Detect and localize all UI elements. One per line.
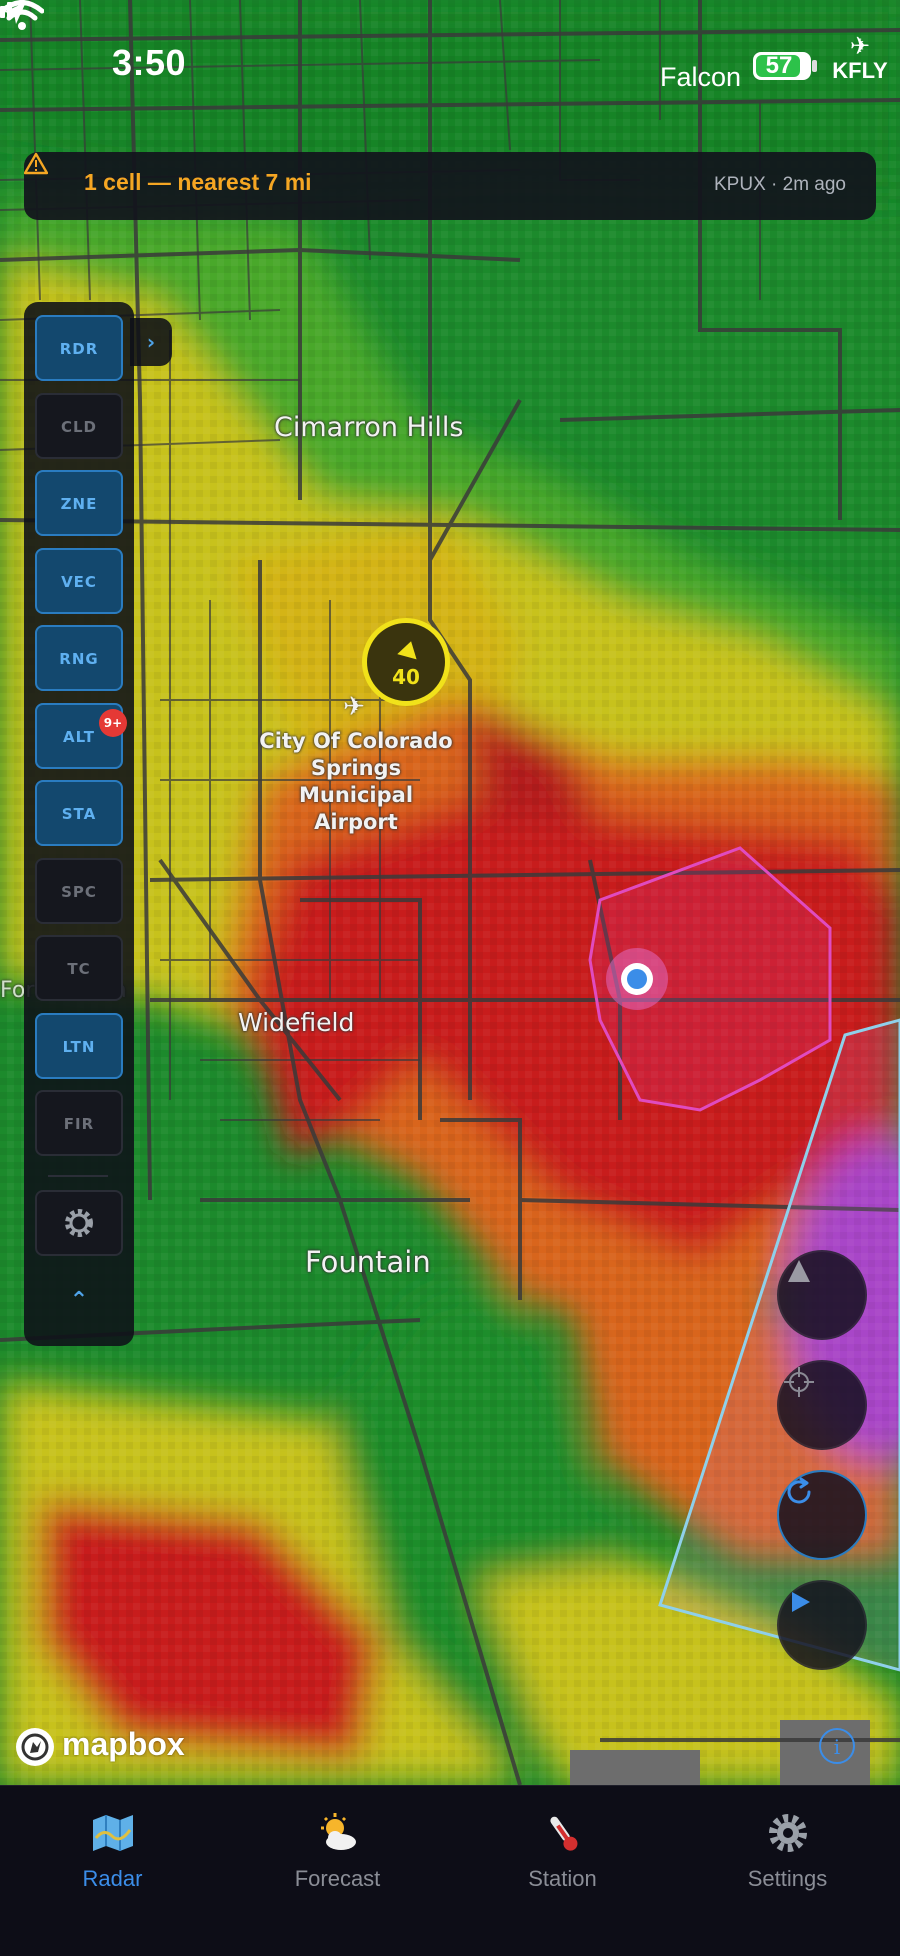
- tab-bar: Radar Forecast Station Settings: [0, 1785, 900, 1956]
- layer-panel: RDR CLD ZNE VEC RNG ALT 9+ STA SPC TC LTN FIR ⌃: [24, 302, 134, 1346]
- north-up-button[interactable]: [777, 1250, 867, 1340]
- layer-label: FIR: [63, 1115, 95, 1133]
- crosshair-icon: [784, 1367, 814, 1397]
- layer-toggle-alt[interactable]: ALT 9+: [35, 702, 127, 769]
- attribution-info-button[interactable]: i: [819, 1728, 855, 1764]
- alert-message: 1 cell — nearest 7 mi: [84, 169, 312, 195]
- storm-cell-marker[interactable]: 40: [362, 618, 450, 706]
- recenter-button[interactable]: [777, 1360, 867, 1450]
- tab-forecast[interactable]: Forecast: [225, 1806, 450, 1892]
- play-animation-button[interactable]: [777, 1580, 867, 1670]
- layer-label: TC: [67, 960, 91, 978]
- storm-alert-banner[interactable]: 1 cell — nearest 7 mi KPUX · 2m ago: [24, 152, 876, 220]
- layer-settings-button[interactable]: [35, 1190, 123, 1256]
- map-label-fountain: Fountain: [305, 1245, 431, 1279]
- tab-label: Forecast: [294, 1866, 381, 1891]
- map-label-cimarron-hills: Cimarron Hills: [274, 412, 464, 443]
- layer-toggle-ltn[interactable]: LTN: [35, 1012, 123, 1079]
- layer-label: RNG: [59, 650, 99, 668]
- layer-toggle-spc[interactable]: SPC: [35, 857, 123, 924]
- storm-cell-value: 40: [392, 665, 420, 689]
- collapse-panel-button[interactable]: ⌃: [35, 1270, 123, 1332]
- layer-toggle-fir[interactable]: FIR: [35, 1090, 123, 1156]
- layer-label: ZNE: [60, 495, 98, 513]
- layer-label: VEC: [61, 572, 97, 591]
- thermometer-icon: [549, 1816, 577, 1851]
- battery-indicator: 57: [753, 52, 811, 80]
- map-label-widefield: Widefield: [238, 1008, 355, 1037]
- tab-radar[interactable]: Radar: [0, 1806, 225, 1892]
- play-icon: [792, 1592, 810, 1612]
- station-code: KFLY: [832, 58, 888, 83]
- tab-station[interactable]: Station: [450, 1806, 675, 1892]
- battery-level: 57: [765, 52, 793, 79]
- user-location-marker: [606, 948, 668, 1010]
- layer-toggle-cld[interactable]: CLD: [35, 392, 123, 459]
- layer-toggle-rdr[interactable]: RDR: [35, 315, 123, 381]
- gear-icon: [65, 1209, 93, 1237]
- layer-toggle-zne[interactable]: ZNE: [35, 470, 123, 536]
- north-arrow-icon: [788, 1260, 810, 1282]
- carrier-name: Falcon: [660, 62, 742, 92]
- map-icon: [92, 1815, 133, 1851]
- station-indicator[interactable]: ✈ KFLY: [830, 34, 890, 84]
- storm-direction-icon: [397, 638, 421, 660]
- tab-label: Station: [528, 1866, 597, 1891]
- mapbox-icon: [16, 1728, 54, 1766]
- layer-toggle-tc[interactable]: TC: [35, 935, 123, 1001]
- sun-cloud-icon: [320, 1813, 356, 1850]
- airplane-icon: ✈: [849, 32, 871, 60]
- tab-label: Settings: [747, 1866, 828, 1891]
- alert-count-badge: 9+: [99, 708, 127, 737]
- layer-label: ALT: [63, 727, 95, 746]
- status-bar: 3:50 Falcon 57 ✈ KFLY: [0, 0, 900, 110]
- radar-map[interactable]: 3:50 Falcon 57 ✈ KFLY 1 cell — nearest 7…: [0, 0, 900, 1785]
- layer-label: LTN: [62, 1037, 96, 1056]
- layer-label: SPC: [61, 882, 97, 901]
- layer-label: CLD: [60, 417, 98, 436]
- refresh-button[interactable]: [777, 1470, 867, 1560]
- airport-icon: ✈: [343, 692, 365, 722]
- layer-label: STA: [61, 805, 97, 823]
- layer-toggle-rng[interactable]: RNG: [35, 625, 123, 691]
- refresh-icon: [787, 1477, 811, 1504]
- layer-toggle-vec[interactable]: VEC: [35, 547, 123, 614]
- layer-toggle-sta[interactable]: STA: [35, 780, 123, 846]
- layer-label: RDR: [59, 340, 99, 358]
- tab-settings[interactable]: Settings: [675, 1806, 900, 1892]
- mapbox-wordmark: mapbox: [62, 1726, 185, 1762]
- airport-label: City Of Colorado Springs Municipal Airpo…: [259, 729, 453, 834]
- wifi-icon: [0, 0, 44, 30]
- warning-icon: [24, 152, 48, 175]
- alert-meta: KPUX · 2m ago: [714, 174, 846, 195]
- gear-icon: [768, 1814, 807, 1852]
- tab-label: Radar: [82, 1866, 143, 1891]
- status-time: 3:50: [112, 42, 187, 83]
- expand-panel-button[interactable]: ›: [130, 318, 172, 366]
- radar-layer: [0, 0, 900, 1785]
